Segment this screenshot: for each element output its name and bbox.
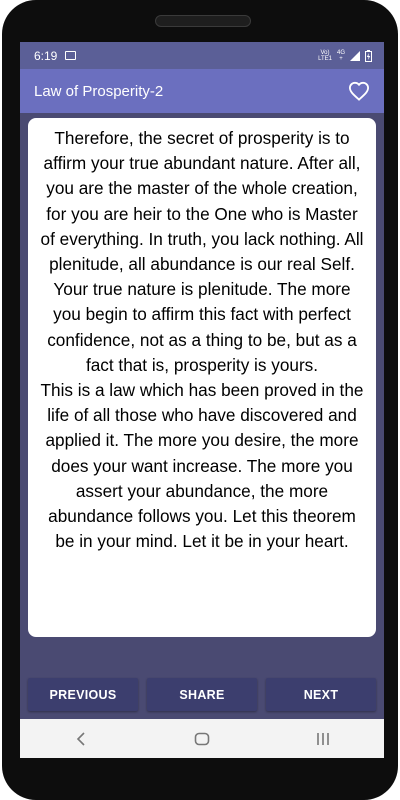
previous-button[interactable]: PREVIOUS	[28, 678, 138, 711]
signal-icon	[350, 50, 360, 61]
status-bar: 6:19 Vo) LTE1 4G +	[20, 42, 384, 69]
status-indicators: Vo) LTE1 4G +	[318, 49, 372, 62]
share-button[interactable]: SHARE	[147, 678, 257, 711]
screen: 6:19 Vo) LTE1 4G + Law of Prosperity-2 T…	[20, 42, 384, 758]
page-title: Law of Prosperity-2	[34, 82, 164, 100]
home-icon	[194, 732, 210, 745]
content-paragraph: This is a law which has been proved in t…	[40, 380, 364, 552]
message-notification-icon	[65, 51, 77, 60]
nav-back-button[interactable]	[61, 724, 101, 754]
back-icon	[76, 731, 85, 746]
nav-recents-button[interactable]	[303, 724, 343, 754]
phone-frame: 6:19 Vo) LTE1 4G + Law of Prosperity-2 T…	[2, 0, 398, 800]
recents-icon	[317, 732, 330, 745]
next-button[interactable]: NEXT	[266, 678, 376, 711]
heart-outline-icon[interactable]	[348, 81, 370, 101]
lte-label: LTE1	[318, 55, 332, 62]
volte-indicator: Vo) LTE1	[318, 50, 332, 62]
battery-icon	[365, 49, 372, 62]
status-time: 6:19	[34, 48, 58, 63]
system-nav-bar	[20, 719, 384, 758]
speaker-grille	[155, 15, 251, 27]
action-buttons: PREVIOUS SHARE NEXT	[28, 678, 376, 711]
app-bar: Law of Prosperity-2	[20, 69, 384, 113]
network-type-indicator: 4G +	[337, 50, 345, 62]
content-paragraph: Therefore, the secret of prosperity is t…	[40, 128, 364, 375]
nav-home-button[interactable]	[182, 724, 222, 754]
content-card: Therefore, the secret of prosperity is t…	[28, 118, 376, 637]
network-activity-label: +	[339, 55, 343, 62]
